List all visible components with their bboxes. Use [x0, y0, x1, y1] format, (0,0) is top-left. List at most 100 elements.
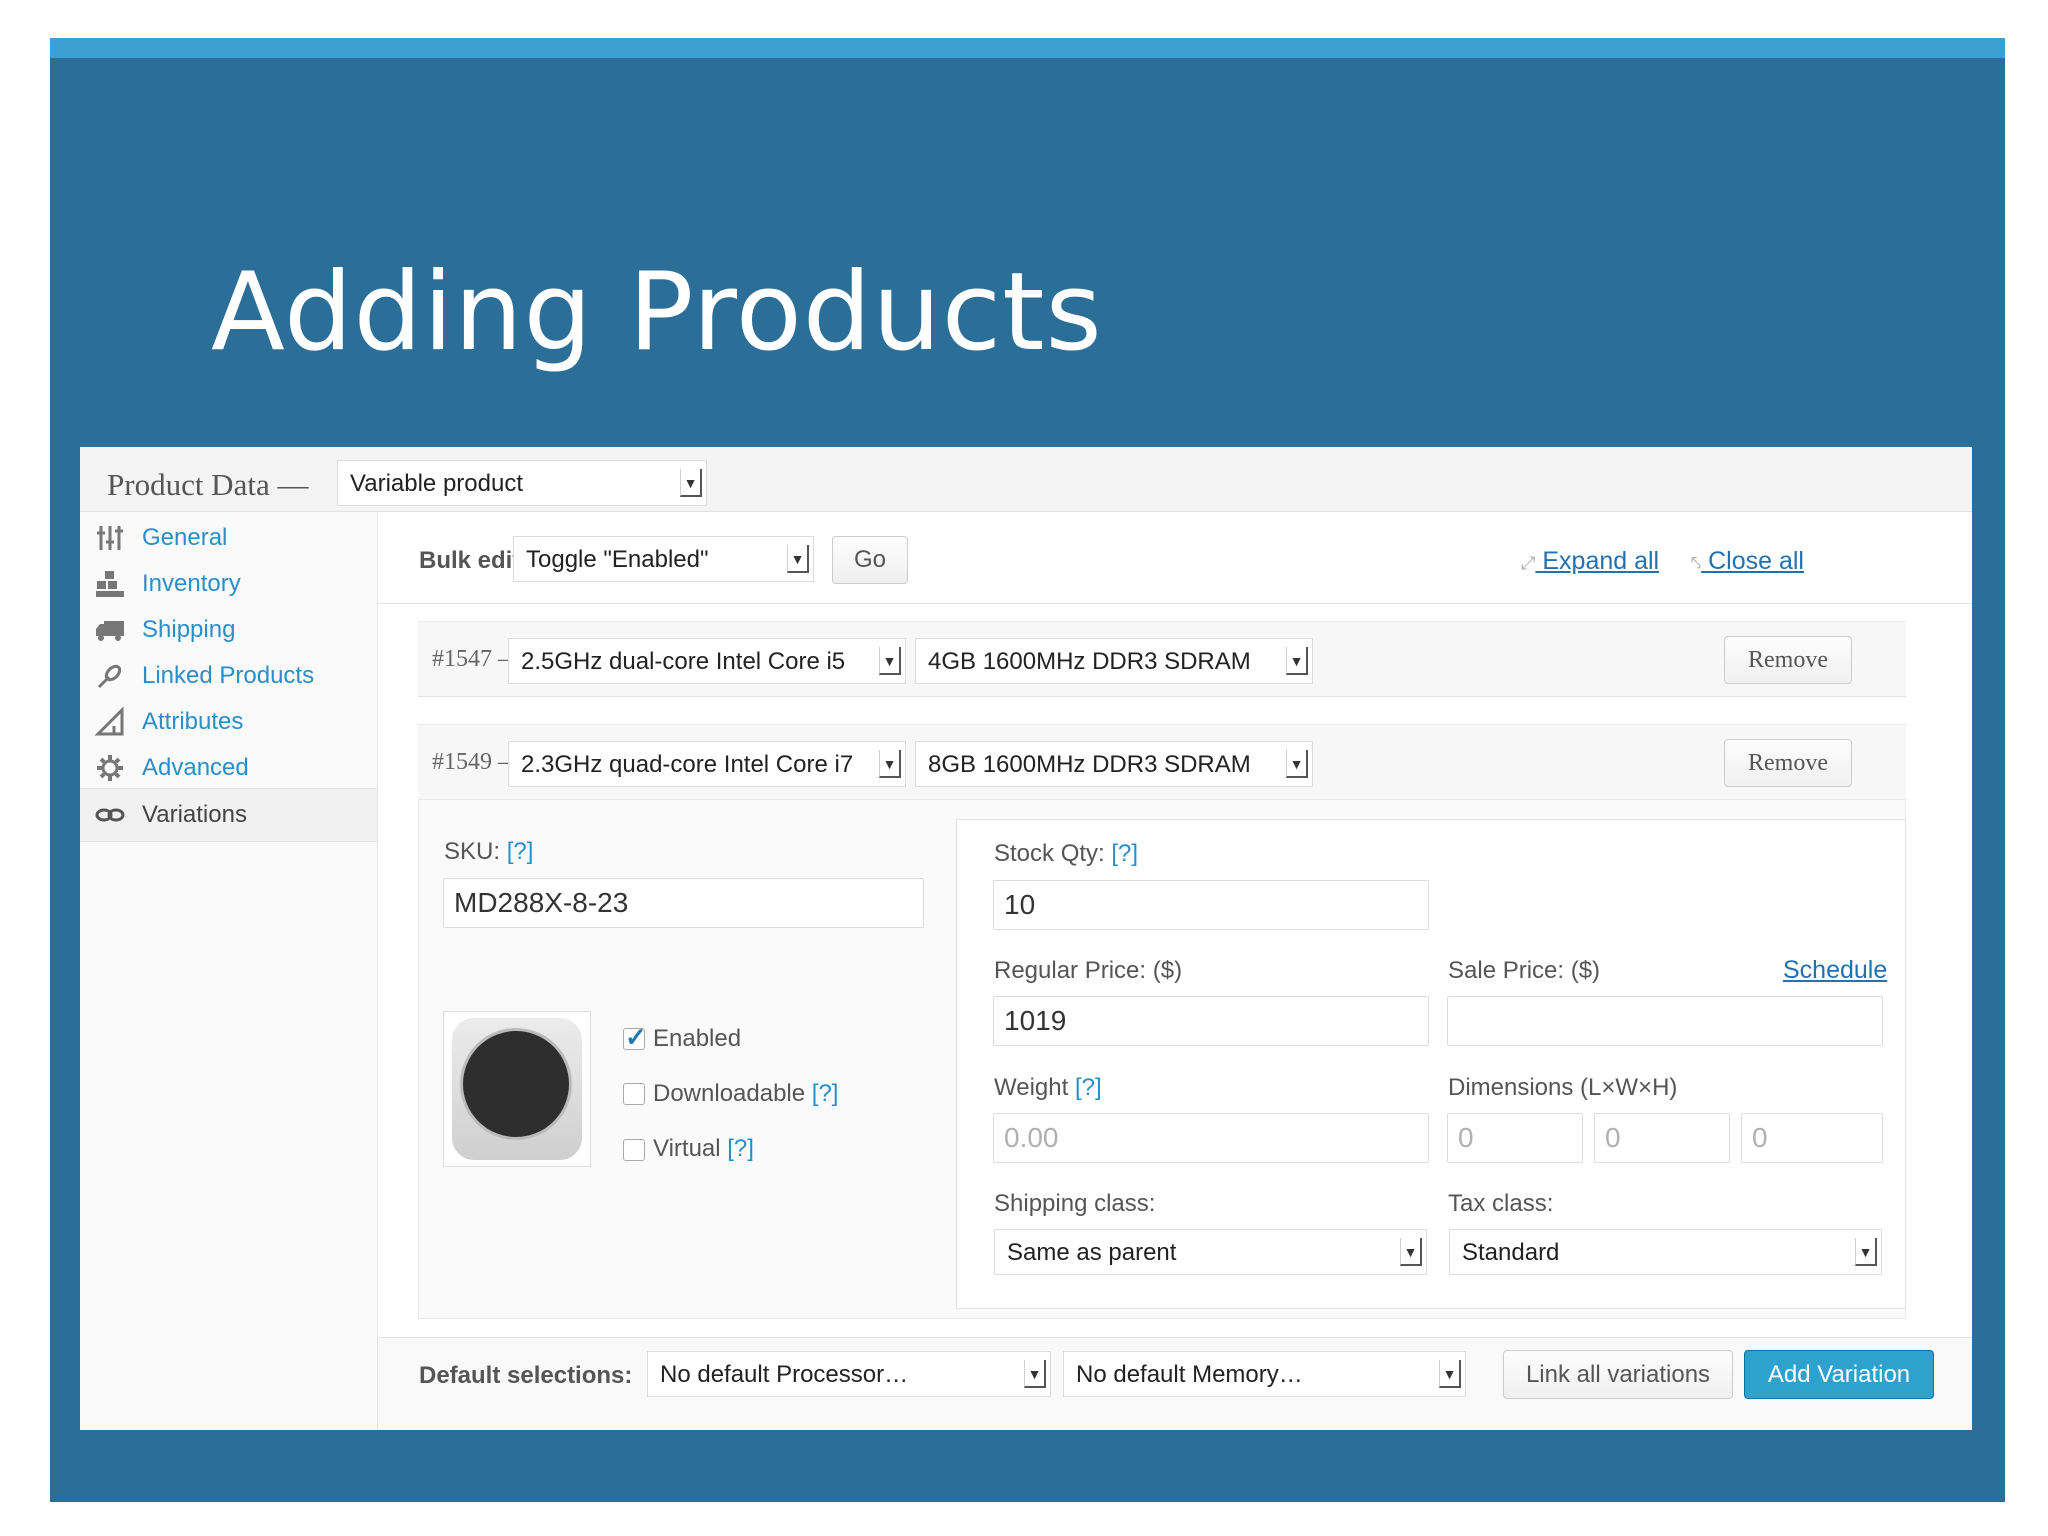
virtual-text: Virtual — [653, 1135, 721, 1162]
default-memory-select[interactable]: No default Memory… ▼ — [1063, 1351, 1466, 1397]
help-link[interactable]: [?] — [507, 838, 534, 865]
virtual-checkbox[interactable] — [623, 1139, 645, 1161]
triangle-ruler-icon — [94, 706, 124, 736]
default-memory-value: No default Memory… — [1076, 1361, 1303, 1388]
chevron-down-icon: ▼ — [1400, 1238, 1422, 1266]
weight-text: Weight — [994, 1074, 1069, 1101]
product-type-select[interactable]: Variable product ▼ — [337, 460, 707, 506]
regular-price-input[interactable]: 1019 — [993, 996, 1429, 1046]
height-input[interactable]: 0 — [1741, 1113, 1883, 1163]
help-link[interactable]: [?] — [1075, 1074, 1102, 1101]
bulk-edit-select[interactable]: Toggle "Enabled" ▼ — [513, 536, 814, 582]
tab-advanced[interactable]: Advanced — [80, 742, 377, 794]
memory-value: 4GB 1600MHz DDR3 SDRAM — [928, 648, 1251, 675]
chevron-down-icon: ▼ — [879, 647, 901, 675]
shipping-class-select[interactable]: Same as parent ▼ — [994, 1229, 1427, 1275]
remove-button[interactable]: Remove — [1724, 636, 1852, 684]
expand-icon: ⤢ — [1521, 553, 1536, 573]
expand-all-label: Expand all — [1542, 547, 1660, 575]
enabled-checkbox[interactable] — [623, 1022, 647, 1053]
chevron-down-icon: ▼ — [787, 545, 809, 573]
variation-row[interactable]: #1549 — 2.3GHz quad-core Intel Core i7 ▼… — [418, 724, 1906, 800]
bulk-edit-label: Bulk edit: — [419, 547, 529, 574]
link-all-variations-button[interactable]: Link all variations — [1503, 1350, 1733, 1399]
memory-select[interactable]: 8GB 1600MHz DDR3 SDRAM ▼ — [915, 741, 1313, 787]
shipping-class-label: Shipping class: — [994, 1190, 1156, 1217]
product-data-tabs: General Inventory Shipping Linked Produc… — [80, 512, 378, 1430]
truck-icon — [96, 621, 124, 641]
divider — [378, 603, 1972, 604]
help-link[interactable]: [?] — [1111, 840, 1138, 867]
chevron-down-icon: ▼ — [1286, 647, 1308, 675]
stock-qty-label: Stock Qty: [?] — [994, 840, 1138, 868]
stock-qty-text: Stock Qty: — [994, 840, 1105, 867]
memory-select[interactable]: 4GB 1600MHz DDR3 SDRAM ▼ — [915, 638, 1313, 684]
width-input[interactable]: 0 — [1594, 1113, 1730, 1163]
go-button[interactable]: Go — [832, 536, 908, 584]
sale-price-input[interactable] — [1447, 996, 1883, 1046]
default-processor-value: No default Processor… — [660, 1361, 909, 1388]
length-input[interactable]: 0 — [1447, 1113, 1583, 1163]
sku-label-text: SKU: — [444, 838, 501, 865]
bulk-edit-value: Toggle "Enabled" — [526, 546, 709, 573]
sliders-icon — [97, 526, 123, 550]
processor-select[interactable]: 2.5GHz dual-core Intel Core i5 ▼ — [508, 638, 906, 684]
shipping-class-value: Same as parent — [1007, 1239, 1177, 1266]
tab-label: Inventory — [142, 570, 241, 597]
tab-label: Linked Products — [142, 662, 315, 689]
gear-icon — [97, 755, 123, 781]
stock-qty-input[interactable]: 10 — [993, 880, 1429, 930]
link-icon — [97, 664, 122, 689]
sale-price-label: Sale Price: ($) — [1448, 957, 1601, 984]
infinity-icon — [95, 808, 125, 822]
chevron-down-icon: ▼ — [680, 469, 702, 497]
tab-label: Variations — [142, 801, 247, 828]
tab-attributes[interactable]: Attributes — [80, 696, 377, 748]
tab-label: Attributes — [142, 708, 244, 735]
sku-input[interactable]: MD288X-8-23 — [443, 878, 924, 928]
tab-inventory[interactable]: Inventory — [80, 558, 377, 610]
enabled-label: Enabled — [653, 1025, 742, 1052]
close-all-label: Close all — [1708, 547, 1804, 575]
panel-header: Product Data — Variable product ▼ — [80, 447, 1972, 512]
variation-row[interactable]: #1547 — 2.5GHz dual-core Intel Core i5 ▼… — [418, 621, 1906, 697]
boxes-icon — [96, 571, 124, 597]
chevron-down-icon: ▼ — [1286, 750, 1308, 778]
downloadable-label: Downloadable [?] — [653, 1080, 838, 1108]
tax-class-select[interactable]: Standard ▼ — [1449, 1229, 1882, 1275]
close-all-link[interactable]: ⤣ Close all — [1691, 547, 1804, 576]
slide-title: Adding Products — [211, 250, 1103, 375]
tax-class-value: Standard — [1462, 1239, 1560, 1266]
chevron-down-icon: ▼ — [1855, 1238, 1877, 1266]
schedule-link[interactable]: Schedule — [1783, 956, 1887, 985]
tab-label: Advanced — [142, 754, 249, 781]
downloadable-text: Downloadable — [653, 1080, 806, 1107]
default-selections-label: Default selections: — [419, 1362, 633, 1389]
processor-select[interactable]: 2.3GHz quad-core Intel Core i7 ▼ — [508, 741, 906, 787]
variation-image[interactable] — [443, 1011, 591, 1167]
product-data-panel: Product Data — Variable product ▼ Genera… — [80, 447, 1972, 1430]
virtual-label: Virtual [?] — [653, 1135, 754, 1163]
expand-all-link[interactable]: ⤢ Expand all — [1521, 547, 1659, 576]
mac-mini-image — [452, 1018, 582, 1160]
default-processor-select[interactable]: No default Processor… ▼ — [647, 1351, 1051, 1397]
help-link[interactable]: [?] — [727, 1135, 754, 1162]
chevron-down-icon: ▼ — [879, 750, 901, 778]
regular-price-label: Regular Price: ($) — [994, 957, 1183, 984]
tab-linked-products[interactable]: Linked Products — [80, 650, 377, 702]
sku-label: SKU: [?] — [444, 838, 533, 866]
help-link[interactable]: [?] — [812, 1080, 839, 1107]
tax-class-label: Tax class: — [1448, 1190, 1554, 1217]
mac-mini-top — [460, 1028, 572, 1140]
tab-shipping[interactable]: Shipping — [80, 604, 377, 656]
add-variation-button[interactable]: Add Variation — [1744, 1350, 1934, 1399]
tab-variations[interactable]: Variations — [80, 788, 377, 842]
processor-value: 2.5GHz dual-core Intel Core i5 — [521, 648, 846, 675]
downloadable-checkbox[interactable] — [623, 1083, 645, 1105]
tab-general[interactable]: General — [80, 512, 377, 564]
product-type-value: Variable product — [350, 470, 523, 497]
chevron-down-icon: ▼ — [1439, 1360, 1461, 1388]
tab-label: Shipping — [142, 616, 236, 643]
remove-button[interactable]: Remove — [1724, 739, 1852, 787]
weight-input[interactable]: 0.00 — [993, 1113, 1429, 1163]
